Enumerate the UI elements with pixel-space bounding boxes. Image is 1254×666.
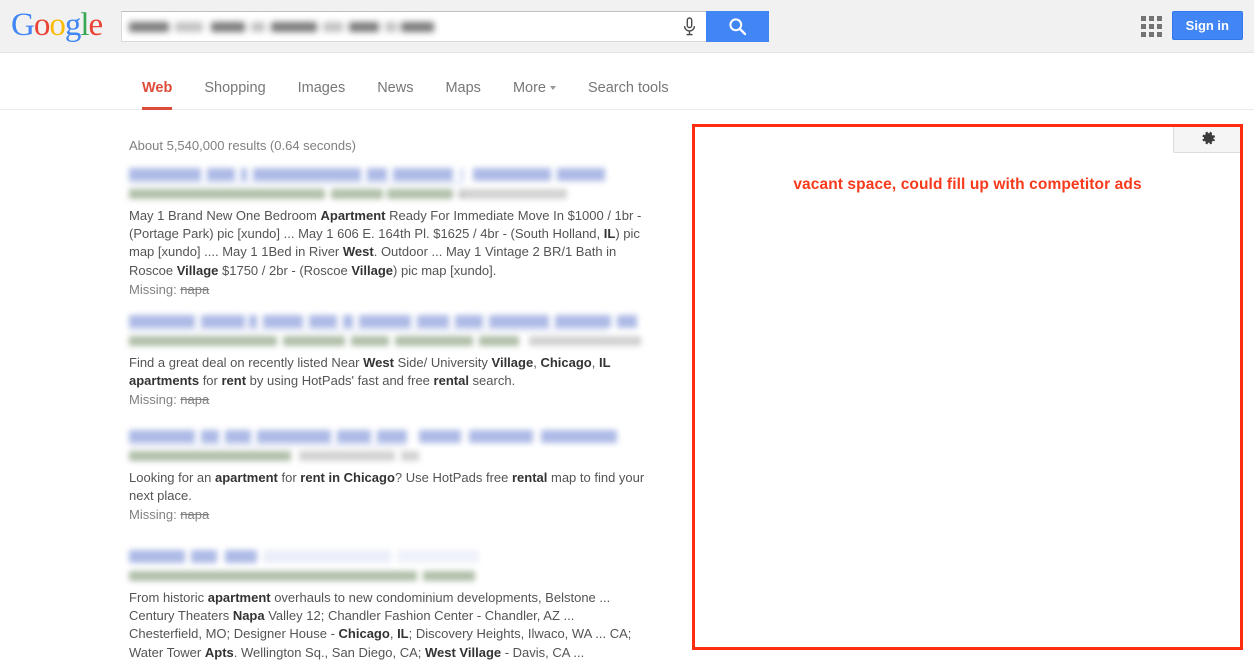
result-title-link[interactable]: [129, 312, 649, 333]
missing-term: napa: [180, 507, 210, 523]
tab-search-tools[interactable]: Search tools: [572, 53, 685, 110]
result-url[interactable]: [129, 187, 649, 203]
logo-letter-g1: G: [11, 7, 35, 43]
tab-news-label: News: [377, 80, 414, 96]
missing-term: napa: [180, 281, 210, 297]
result-url[interactable]: [129, 449, 649, 465]
result-missing-terms: Missing: napa: [129, 281, 649, 299]
search-result-item: From historic apartment overhauls to new…: [129, 547, 649, 662]
tab-more-label: More: [512, 80, 546, 96]
search-button[interactable]: [706, 11, 769, 42]
missing-label: Missing:: [129, 281, 181, 297]
result-missing-terms: Missing: napa: [129, 506, 649, 524]
tab-images-label: Images: [297, 80, 346, 96]
logo-letter-g2: g: [64, 7, 81, 43]
logo-letter-o2: o: [49, 7, 65, 43]
annotation-box: [692, 124, 1243, 650]
search-icon: [729, 18, 747, 36]
logo-letter-l: l: [80, 7, 89, 43]
result-snippet: Find a great deal on recently listed Nea…: [129, 355, 611, 389]
annotation-label: vacant space, could fill up with competi…: [793, 176, 1142, 193]
result-count: About 5,540,000 results (0.64 seconds): [129, 138, 356, 153]
result-snippet: From historic apartment overhauls to new…: [129, 590, 632, 660]
tab-images[interactable]: Images: [282, 53, 362, 110]
logo-letter-o1: o: [33, 7, 50, 43]
tab-shopping[interactable]: Shopping: [188, 53, 281, 110]
chevron-down-icon: [549, 86, 556, 91]
nav-tabs: Web Shopping Images News Maps More Searc…: [126, 53, 685, 110]
settings-button[interactable]: [1173, 124, 1243, 153]
result-title-link[interactable]: [129, 427, 649, 448]
search-query-redacted: [129, 17, 434, 36]
logo-letter-e: e: [88, 7, 104, 43]
result-missing-terms: Missing: napa: [129, 391, 649, 409]
search-nav-bar: Web Shopping Images News Maps More Searc…: [0, 53, 1254, 153]
result-menu-caret-icon[interactable]: [457, 193, 465, 198]
missing-term: napa: [180, 392, 210, 408]
missing-label: Missing:: [129, 507, 181, 523]
result-title-link[interactable]: [129, 547, 649, 568]
tab-search-tools-label: Search tools: [587, 80, 669, 96]
tab-maps-label: Maps: [445, 80, 481, 96]
result-snippet: Looking for an apartment for rent in Chi…: [129, 470, 645, 504]
result-title-link[interactable]: [129, 165, 649, 186]
search-result-item: Find a great deal on recently listed Nea…: [129, 312, 649, 409]
search-bar[interactable]: [121, 11, 769, 42]
tab-web-label: Web: [142, 80, 173, 96]
tab-more[interactable]: More: [497, 53, 572, 110]
search-input[interactable]: [122, 12, 672, 41]
microphone-icon[interactable]: [672, 12, 706, 41]
tab-web[interactable]: Web: [126, 53, 188, 110]
search-results-column: About 5,540,000 results (0.64 seconds) M…: [0, 110, 692, 666]
sign-in-button[interactable]: Sign in: [1171, 11, 1243, 40]
google-logo[interactable]: Google: [11, 6, 104, 44]
tab-maps[interactable]: Maps: [429, 53, 496, 110]
gear-icon: [1201, 131, 1215, 145]
missing-label: Missing:: [129, 392, 181, 408]
result-url[interactable]: [129, 569, 649, 585]
tab-news[interactable]: News: [361, 53, 429, 110]
page-header: Google Sign in: [0, 0, 1254, 53]
tab-shopping-label: Shopping: [204, 80, 266, 96]
apps-grid-icon[interactable]: [1141, 16, 1162, 37]
result-url[interactable]: [129, 334, 649, 350]
search-result-item: Looking for an apartment for rent in Chi…: [129, 427, 649, 524]
search-result-item: May 1 Brand New One Bedroom Apartment Re…: [129, 165, 649, 299]
result-snippet: May 1 Brand New One Bedroom Apartment Re…: [129, 208, 642, 278]
